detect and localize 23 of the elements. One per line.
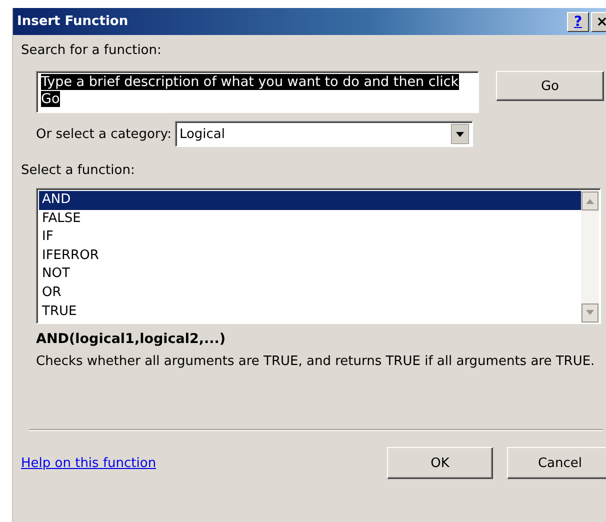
- function-item[interactable]: FALSE: [39, 210, 581, 228]
- help-link[interactable]: Help on this function: [21, 456, 156, 470]
- scrollbar[interactable]: [581, 191, 599, 323]
- category-dropdown[interactable]: Logical: [175, 121, 474, 147]
- function-signature: AND(logical1,logical2,...): [36, 331, 227, 347]
- help-button[interactable]: ?: [567, 12, 589, 32]
- function-item[interactable]: IF: [39, 228, 581, 247]
- function-label: Select a function:: [21, 163, 136, 178]
- search-label: Search for a function:: [21, 43, 162, 58]
- function-item[interactable]: TRUE: [39, 302, 581, 322]
- ok-button[interactable]: OK: [387, 447, 493, 479]
- function-description: Checks whether all arguments are TRUE, and returns TRUE if all arguments are TRUE.: [36, 353, 596, 371]
- dropdown-arrow-icon[interactable]: [451, 124, 470, 144]
- go-button[interactable]: Go: [496, 71, 604, 101]
- cancel-button[interactable]: Cancel: [507, 447, 606, 479]
- category-label: Or select a category:: [36, 126, 172, 142]
- search-field[interactable]: Type a brief description of what you want to do and then click Go: [36, 71, 479, 113]
- close-button[interactable]: ×: [591, 12, 606, 32]
- window-title: Insert Function: [17, 14, 128, 29]
- function-item[interactable]: OR: [39, 284, 581, 303]
- function-item[interactable]: IFERROR: [39, 246, 581, 266]
- function-item[interactable]: AND: [39, 191, 581, 210]
- function-item[interactable]: NOT: [39, 265, 581, 284]
